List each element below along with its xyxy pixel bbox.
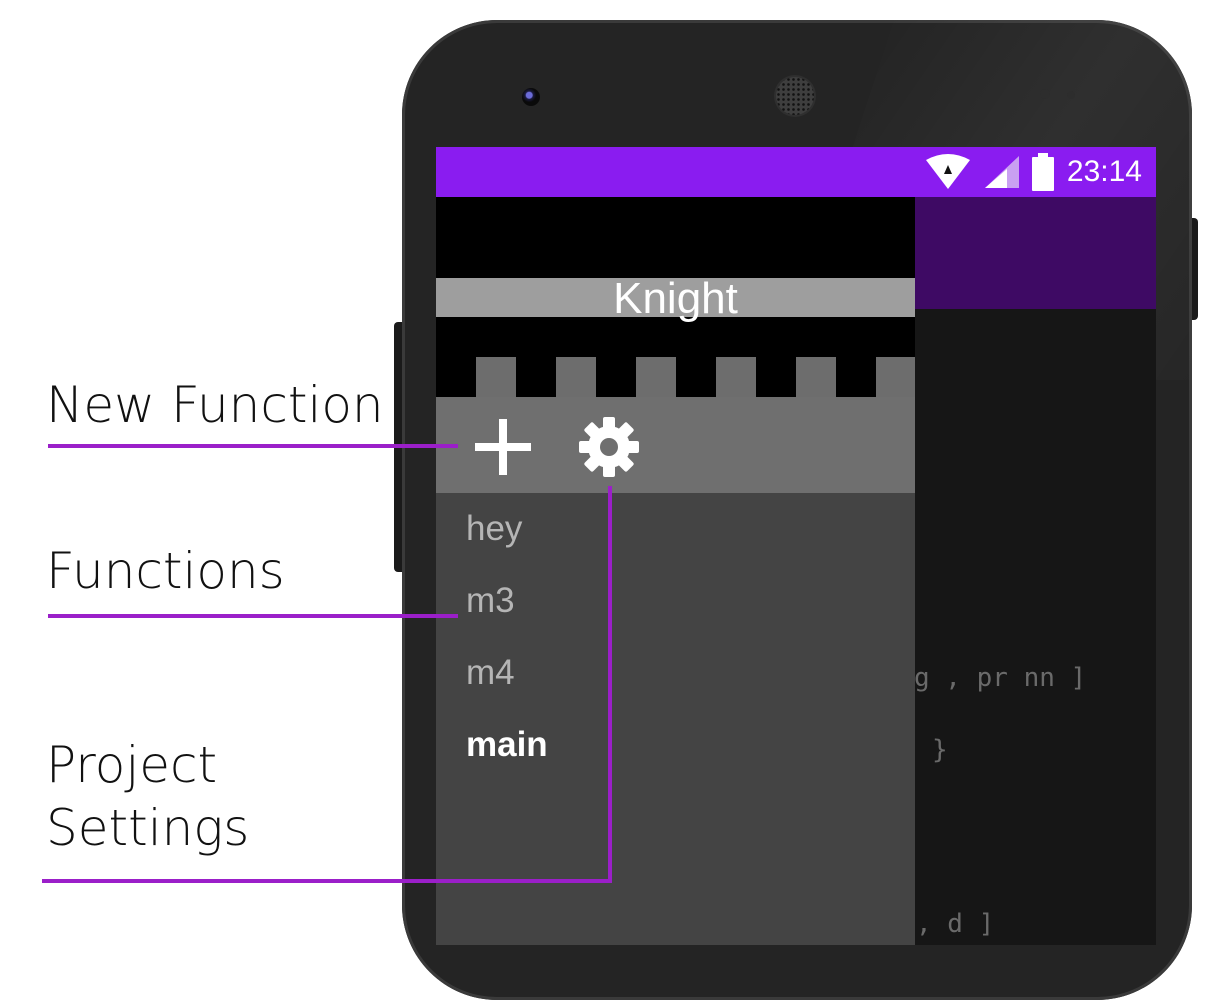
new-function-callout-line bbox=[48, 444, 458, 448]
status-bar: 23:14 bbox=[436, 147, 1156, 197]
function-list: hey m3 m4 main bbox=[436, 493, 915, 781]
plus-icon bbox=[475, 419, 531, 475]
navigation-drawer: Knight hey m3 m4 main bbox=[436, 197, 915, 945]
front-camera bbox=[522, 88, 540, 106]
gear-icon bbox=[579, 417, 639, 477]
code-line: } bbox=[932, 735, 948, 765]
code-line: g , pr nn ] bbox=[914, 663, 1087, 693]
functions-callout-label: Functions bbox=[46, 542, 285, 600]
phone-screen: 23:14 g , pr nn ] } , d ] Knight hey m3 … bbox=[436, 147, 1156, 945]
function-item-main[interactable]: main bbox=[436, 709, 915, 781]
project-settings-callout-label: Project Settings bbox=[46, 736, 250, 857]
function-item-hey[interactable]: hey bbox=[436, 493, 915, 565]
cell-signal-icon bbox=[984, 156, 1019, 188]
status-time: 23:14 bbox=[1066, 155, 1142, 188]
drawer-toolbar bbox=[436, 397, 915, 493]
proximity-sensor bbox=[1040, 89, 1050, 99]
project-settings-callout-line bbox=[42, 879, 612, 883]
new-function-callout-label: New Function bbox=[46, 376, 384, 434]
wifi-icon bbox=[925, 154, 970, 189]
function-item-m4[interactable]: m4 bbox=[436, 637, 915, 709]
project-settings-callout-connector bbox=[608, 486, 612, 883]
function-item-m3[interactable]: m3 bbox=[436, 565, 915, 637]
project-title: Knight bbox=[613, 274, 738, 323]
functions-callout-line bbox=[48, 614, 458, 618]
new-function-button[interactable] bbox=[471, 415, 535, 479]
drawer-header: Knight bbox=[436, 197, 915, 397]
battery-icon bbox=[1031, 153, 1054, 191]
code-line: , d ] bbox=[916, 909, 995, 939]
earpiece-speaker bbox=[776, 77, 814, 115]
castle-battlement bbox=[436, 357, 915, 397]
project-settings-button[interactable] bbox=[577, 415, 641, 479]
light-sensor bbox=[1067, 91, 1075, 99]
